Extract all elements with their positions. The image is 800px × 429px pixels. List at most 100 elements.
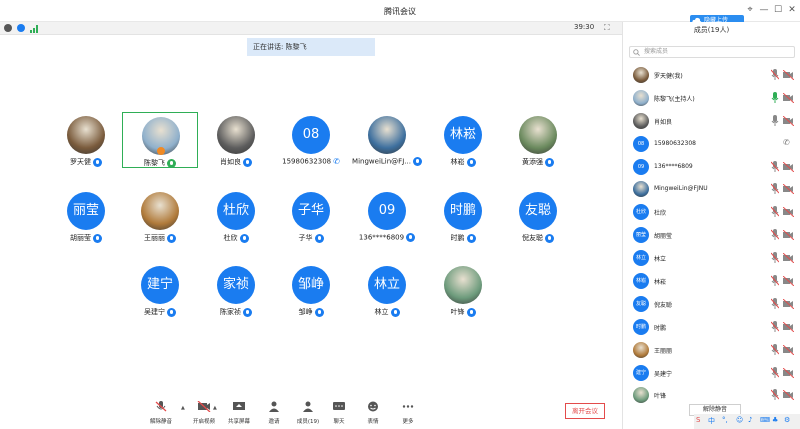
member-row[interactable]: 杜欣 杜欣: [623, 201, 800, 224]
participant-tile[interactable]: 黄添强: [500, 112, 576, 168]
emoji-tray-icon[interactable]: ☺: [736, 416, 743, 424]
camera-off-icon[interactable]: [783, 276, 794, 287]
participant-name-text: 杜欣: [223, 234, 238, 242]
participant-tile[interactable]: 家祯 陈家祯: [198, 262, 274, 318]
members-button[interactable]: 成员(19): [292, 401, 324, 425]
participant-tile[interactable]: 09 136****6809: [349, 188, 425, 244]
camera-off-icon[interactable]: [783, 321, 794, 332]
share-screen-button[interactable]: 共享屏幕: [223, 401, 255, 425]
member-row[interactable]: 罗天健(我): [623, 64, 800, 87]
mic-muted-icon[interactable]: [771, 320, 779, 333]
camera-off-icon[interactable]: [783, 298, 794, 309]
member-avatar: [633, 387, 649, 404]
member-row[interactable]: 王丽丽: [623, 339, 800, 362]
member-row[interactable]: 丽莹 胡丽莹: [623, 224, 800, 247]
close-icon[interactable]: ✕: [786, 5, 798, 15]
mic-muted-icon[interactable]: [771, 366, 779, 379]
camera-off-icon[interactable]: [783, 230, 794, 241]
mic-icon[interactable]: [771, 114, 779, 127]
camera-off-icon[interactable]: [783, 344, 794, 355]
participant-name: 陈黎飞: [123, 158, 197, 168]
minimize-icon[interactable]: —: [758, 5, 770, 15]
share-screen-icon: [233, 402, 245, 410]
participant-tile[interactable]: 建宁 吴建宁: [122, 262, 198, 318]
participant-tile[interactable]: 丽莹 胡丽莹: [48, 188, 124, 244]
member-row[interactable]: 友聪 倪友聪: [623, 293, 800, 316]
chat-button[interactable]: 聊天: [323, 401, 355, 425]
participant-tile[interactable]: 叶锋: [425, 262, 501, 318]
member-row[interactable]: 陈黎飞(主持人): [623, 87, 800, 110]
camera-off-icon[interactable]: [783, 184, 794, 195]
participant-tile[interactable]: 杜欣 杜欣: [198, 188, 274, 244]
participant-tile[interactable]: 子华 子华: [273, 188, 349, 244]
member-name: 陈黎飞(主持人): [654, 95, 695, 103]
sogou-icon[interactable]: S: [696, 416, 700, 424]
fullscreen-icon[interactable]: ⛶: [604, 23, 610, 33]
caret-up-icon[interactable]: ▲: [181, 405, 185, 411]
participant-tile[interactable]: 邹峥 邹峥: [273, 262, 349, 318]
member-row[interactable]: 时鹏 时鹏: [623, 316, 800, 339]
shield-icon[interactable]: [17, 24, 25, 32]
mic-muted-icon[interactable]: [771, 343, 779, 356]
emoji-button[interactable]: 表情: [357, 401, 389, 425]
camera-off-icon[interactable]: [783, 115, 794, 126]
mic-muted-icon[interactable]: [771, 275, 779, 287]
pin-icon[interactable]: ⌖: [744, 5, 756, 15]
camera-off-icon[interactable]: [783, 70, 794, 80]
mic-icon[interactable]: [771, 91, 779, 104]
more-button[interactable]: 更多: [392, 401, 424, 425]
participant-tile[interactable]: 08 15980632308 ✆: [273, 112, 349, 168]
keyboard-icon[interactable]: ⌨: [760, 416, 770, 424]
participant-tile[interactable]: 林崧 林崧: [425, 112, 501, 168]
participant-tile[interactable]: 友聪 倪友聪: [500, 188, 576, 244]
camera-off-icon[interactable]: [783, 367, 794, 378]
member-row[interactable]: 08 15980632308 ✆: [623, 133, 800, 156]
member-row[interactable]: 林崧 林崧: [623, 270, 800, 293]
mic-muted-icon[interactable]: [771, 206, 779, 218]
mic-muted-icon[interactable]: [771, 183, 779, 195]
camera-off-icon[interactable]: [783, 92, 794, 103]
participant-tile[interactable]: 林立 林立: [349, 262, 425, 318]
member-row[interactable]: 建宁 吴建宁: [623, 362, 800, 385]
camera-off-icon[interactable]: [783, 161, 794, 172]
member-row[interactable]: 肖如良: [623, 110, 800, 133]
signal-icon[interactable]: [30, 24, 40, 33]
mic-icon: [243, 307, 252, 317]
mic-muted-icon[interactable]: [771, 297, 779, 310]
participant-tile[interactable]: 罗天健: [48, 112, 124, 168]
invite-button[interactable]: 邀请: [258, 401, 290, 425]
caret-up-icon[interactable]: ▲: [213, 405, 217, 411]
camera-off-icon: [197, 400, 211, 413]
mic-muted-icon[interactable]: [771, 160, 779, 173]
member-row[interactable]: 09 136****6809: [623, 156, 800, 179]
camera-off-icon[interactable]: [783, 253, 794, 264]
member-row[interactable]: MingweiLin@FJNU: [623, 178, 800, 201]
info-icon[interactable]: [4, 24, 12, 32]
camera-off-icon[interactable]: [783, 207, 794, 218]
skin-icon[interactable]: ♣: [772, 416, 778, 424]
member-search-input[interactable]: 搜索成员: [629, 46, 795, 58]
participant-tile[interactable]: 陈黎飞: [122, 112, 198, 168]
participant-name: 林立: [349, 307, 425, 317]
mic-muted-icon[interactable]: [771, 229, 779, 241]
mic-muted-icon[interactable]: [771, 252, 779, 264]
tools-icon[interactable]: ⚙: [784, 416, 790, 424]
mic-muted-button[interactable]: 解除静音: [145, 401, 177, 425]
mic-muted-icon[interactable]: [771, 69, 779, 81]
voice-icon[interactable]: ♪: [748, 416, 752, 424]
participant-avatar: 子华: [292, 192, 330, 230]
mic-muted-icon[interactable]: [771, 389, 779, 401]
toolbar-label: 更多: [402, 419, 414, 425]
participant-tile[interactable]: 肖如良: [198, 112, 274, 168]
host-badge-icon: [157, 147, 165, 155]
participant-tile[interactable]: 时鹏 时鹏: [425, 188, 501, 244]
member-row[interactable]: 林立 林立: [623, 247, 800, 270]
leave-meeting-button[interactable]: 离开会议: [565, 403, 605, 419]
ime-indicator[interactable]: 中: [708, 416, 715, 426]
camera-off-icon[interactable]: [783, 390, 794, 401]
participant-tile[interactable]: 王丽丽: [122, 188, 198, 244]
participant-tile[interactable]: MingweiLin@FJ...: [349, 112, 425, 168]
punctuation-icon[interactable]: °,: [722, 416, 728, 424]
member-avatar: 时鹏: [633, 318, 649, 335]
maximize-icon[interactable]: ☐: [772, 5, 784, 15]
